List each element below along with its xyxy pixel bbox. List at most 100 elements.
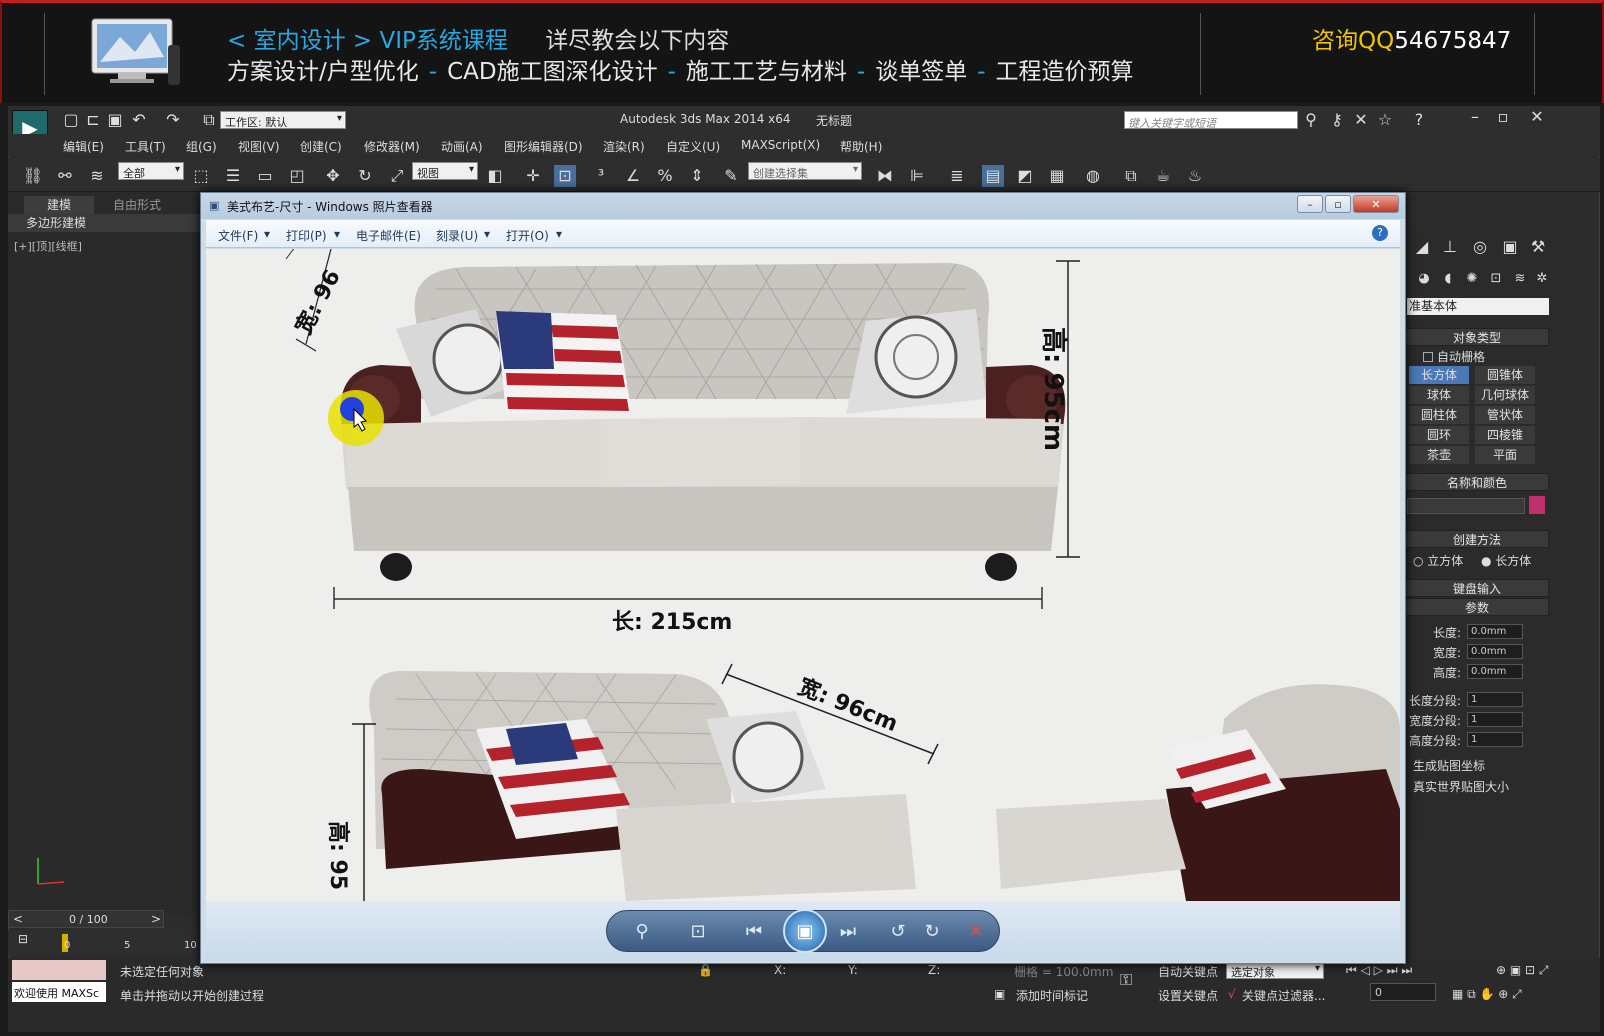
- snap-3d-icon[interactable]: ³: [590, 165, 612, 187]
- viewer-help-icon[interactable]: ?: [1372, 225, 1388, 241]
- create-tab-icon[interactable]: ◢: [1411, 236, 1433, 258]
- tab-polygon-modeling[interactable]: 多边形建模: [8, 214, 200, 232]
- current-frame-input[interactable]: 0: [1370, 983, 1436, 1001]
- minimize-icon[interactable]: –: [1464, 106, 1486, 128]
- scale-icon[interactable]: ⤢: [386, 165, 408, 187]
- real-world-checkbox[interactable]: 真实世界贴图大小: [1413, 778, 1509, 795]
- binoculars-icon[interactable]: ⚲: [1300, 109, 1322, 131]
- lights-icon[interactable]: ✺: [1461, 268, 1483, 290]
- undo-icon[interactable]: ↶: [128, 109, 150, 131]
- torus-button[interactable]: 圆环: [1409, 426, 1469, 444]
- named-selection-dropdown[interactable]: 创建选择集: [748, 162, 862, 180]
- set-key-icon[interactable]: ⚿: [1120, 970, 1132, 990]
- menu-create[interactable]: 创建(C): [300, 138, 342, 155]
- select-object-icon[interactable]: ⬚: [190, 165, 212, 187]
- render-setup-icon[interactable]: ⧉: [1120, 165, 1142, 187]
- box-radio[interactable]: ● 长方体: [1481, 552, 1531, 569]
- project-folder-icon[interactable]: ⧉: [198, 109, 220, 131]
- height-input[interactable]: 0.0mm: [1467, 664, 1523, 679]
- auto-grid-checkbox[interactable]: 自动栅格: [1423, 348, 1485, 365]
- mirror-icon[interactable]: ⧓: [874, 165, 896, 187]
- teapot-button[interactable]: 茶壶: [1409, 446, 1469, 464]
- delete-icon[interactable]: ✕: [963, 921, 989, 942]
- track-filter-icon[interactable]: ⊟: [18, 932, 28, 946]
- cube-radio[interactable]: ○ 立方体: [1413, 552, 1463, 569]
- gen-mapping-checkbox[interactable]: 生成贴图坐标: [1413, 757, 1485, 774]
- viewer-close-button[interactable]: ✕: [1353, 195, 1399, 213]
- keyboard-entry-rollout[interactable]: 键盘输入: [1405, 579, 1549, 597]
- menu-views[interactable]: 视图(V): [238, 138, 280, 155]
- layer-manager-icon[interactable]: ≣: [946, 165, 968, 187]
- time-prev-icon[interactable]: <: [13, 912, 23, 926]
- pivot-icon[interactable]: ◧: [484, 165, 506, 187]
- helpers-icon[interactable]: ≋: [1509, 268, 1531, 290]
- rotate-cw-icon[interactable]: ↻: [919, 921, 945, 942]
- viewer-menu-open[interactable]: 打开(O): [506, 227, 549, 244]
- viewer-maximize-button[interactable]: ▫: [1325, 195, 1351, 213]
- rotate-ccw-icon[interactable]: ↺: [885, 921, 911, 942]
- width-input[interactable]: 0.0mm: [1467, 644, 1523, 659]
- menu-maxscript[interactable]: MAXScript(X): [741, 138, 820, 152]
- shapes-icon[interactable]: ◖: [1437, 268, 1459, 290]
- menu-animation[interactable]: 动画(A): [441, 138, 483, 155]
- schematic-view-icon[interactable]: ▦: [1046, 165, 1068, 187]
- zoom-icon[interactable]: ⚲: [629, 921, 655, 942]
- menu-graph-editors[interactable]: 图形编辑器(D): [504, 138, 583, 155]
- render-production-icon[interactable]: ♨: [1184, 165, 1206, 187]
- slideshow-button[interactable]: ▣: [783, 909, 827, 953]
- unlink-icon[interactable]: ⚯: [54, 165, 76, 187]
- modify-tab-icon[interactable]: ⊥: [1439, 236, 1461, 258]
- menu-modifiers[interactable]: 修改器(M): [364, 138, 420, 155]
- parameters-rollout[interactable]: 参数: [1405, 598, 1549, 616]
- rect-selection-icon[interactable]: ▭: [254, 165, 276, 187]
- height-segs-input[interactable]: 1: [1467, 732, 1523, 747]
- previous-icon[interactable]: ⏮: [741, 921, 767, 942]
- box-button[interactable]: 长方体: [1409, 366, 1469, 384]
- object-color-swatch[interactable]: [1529, 496, 1545, 514]
- object-category-dropdown[interactable]: 准基本体: [1407, 298, 1549, 315]
- cameras-icon[interactable]: ⊡: [1485, 268, 1507, 290]
- menu-customize[interactable]: 自定义(U): [666, 138, 720, 155]
- select-by-name-icon[interactable]: ☰: [222, 165, 244, 187]
- object-name-field[interactable]: [1407, 498, 1525, 514]
- star-icon[interactable]: ☆: [1374, 109, 1396, 131]
- track-bar[interactable]: ⊟ 0 5 10: [8, 930, 200, 956]
- align-icon[interactable]: ⊫: [906, 165, 928, 187]
- maximize-icon[interactable]: ▫: [1492, 106, 1514, 128]
- material-editor-icon[interactable]: ◍: [1082, 165, 1104, 187]
- keyboard-shortcut-toggle-icon[interactable]: ⊡: [554, 165, 576, 187]
- rotate-icon[interactable]: ↻: [354, 165, 376, 187]
- edit-named-sel-icon[interactable]: ✎: [720, 165, 742, 187]
- viewport-label[interactable]: [+][顶][线框]: [14, 238, 82, 254]
- menu-help[interactable]: 帮助(H): [840, 138, 882, 155]
- viewer-minimize-button[interactable]: –: [1297, 195, 1323, 213]
- sphere-button[interactable]: 球体: [1409, 386, 1469, 404]
- render-frame-icon[interactable]: ☕: [1152, 165, 1174, 187]
- lock-selection-icon[interactable]: 🔒: [698, 963, 713, 977]
- key-filter-icon[interactable]: √: [1228, 987, 1236, 1001]
- tab-modeling[interactable]: 建模: [24, 196, 94, 214]
- close-icon[interactable]: ✕: [1526, 106, 1548, 128]
- viewer-menu-burn[interactable]: 刻录(U): [436, 227, 478, 244]
- selection-filter-dropdown[interactable]: 全部: [118, 162, 184, 180]
- viewer-menu-file[interactable]: 文件(F): [218, 227, 258, 244]
- creation-method-rollout[interactable]: 创建方法: [1405, 530, 1549, 548]
- curve-editor-icon[interactable]: ◩: [1014, 165, 1036, 187]
- tube-button[interactable]: 管状体: [1475, 406, 1535, 424]
- viewport-nav-icons-2[interactable]: ▦ ⧉ ✋ ⊕ ⤢: [1452, 987, 1522, 1002]
- time-tag-icon[interactable]: ▣: [994, 987, 1005, 1001]
- bind-spacewarp-icon[interactable]: ≋: [86, 165, 108, 187]
- time-next-icon[interactable]: >: [151, 912, 161, 926]
- key-icon[interactable]: ⚷: [1326, 109, 1348, 131]
- link-icon[interactable]: ⛓: [22, 165, 44, 187]
- maxscript-listener-pink[interactable]: [12, 960, 106, 980]
- maxscript-mini-listener[interactable]: 欢迎使用 MAXSc: [12, 982, 106, 1002]
- workspace-dropdown[interactable]: 工作区: 默认: [220, 111, 346, 129]
- ribbon-toggle-icon[interactable]: ▤: [982, 165, 1004, 187]
- key-filters-button[interactable]: 关键点过滤器...: [1242, 987, 1325, 1004]
- cone-button[interactable]: 圆锥体: [1475, 366, 1535, 384]
- width-segs-input[interactable]: 1: [1467, 712, 1523, 727]
- new-file-icon[interactable]: ▢: [60, 109, 82, 131]
- motion-tab-icon[interactable]: ▣: [1499, 236, 1521, 258]
- geometry-icon[interactable]: ◕: [1413, 268, 1435, 290]
